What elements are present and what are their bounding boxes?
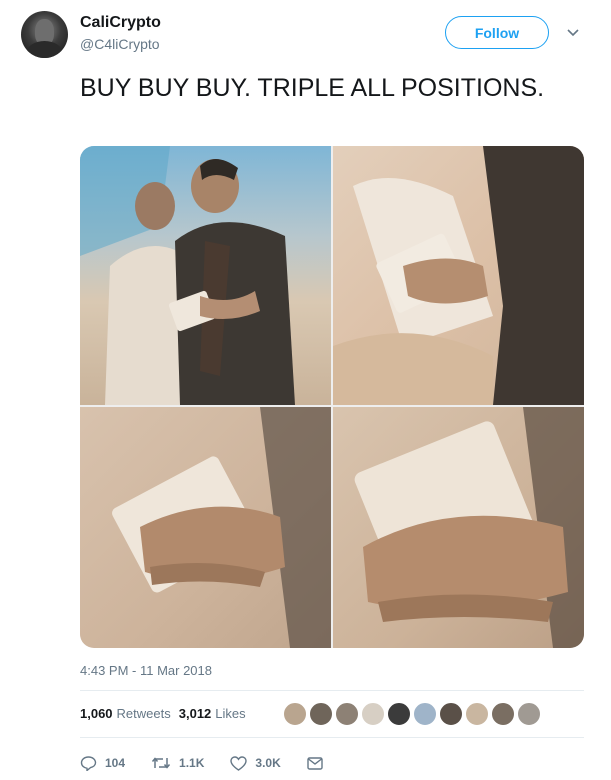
divider <box>80 690 584 691</box>
retweets-label[interactable]: Retweets <box>117 706 171 721</box>
liker-avatar[interactable] <box>517 702 541 726</box>
liker-avatar[interactable] <box>283 702 307 726</box>
tweet-timestamp[interactable]: 4:43 PM - 11 Mar 2018 <box>80 663 212 678</box>
direct-message-button[interactable] <box>307 756 331 770</box>
reply-icon <box>80 755 97 771</box>
media-photo-4[interactable] <box>333 407 584 648</box>
reply-button[interactable]: 104 <box>80 755 126 771</box>
reply-count: 104 <box>105 756 126 770</box>
media-photo-3[interactable] <box>80 407 331 648</box>
photo-2-scene <box>333 146 584 405</box>
media-photo-2[interactable] <box>333 146 584 405</box>
liker-avatar[interactable] <box>361 702 385 726</box>
media-photo-1[interactable] <box>80 146 331 405</box>
liker-avatars <box>283 702 543 728</box>
liker-avatar[interactable] <box>335 702 359 726</box>
tweet-stats: 1,060 Retweets 3,012 Likes <box>80 706 254 721</box>
likes-label[interactable]: Likes <box>215 706 245 721</box>
liker-avatar[interactable] <box>309 702 333 726</box>
retweet-count: 1.1K <box>179 756 205 770</box>
tweet-actions: 104 1.1K 3.0K <box>80 752 357 774</box>
photo-1-scene <box>80 146 295 405</box>
like-button[interactable]: 3.0K <box>230 755 281 771</box>
like-count: 3.0K <box>255 756 281 770</box>
user-handle[interactable]: @C4liCrypto <box>80 36 160 52</box>
display-name[interactable]: CaliCrypto <box>80 14 161 32</box>
envelope-icon <box>307 756 323 770</box>
liker-avatar[interactable] <box>465 702 489 726</box>
user-avatar[interactable] <box>21 11 68 58</box>
liker-avatar[interactable] <box>439 702 463 726</box>
liker-avatar[interactable] <box>491 702 515 726</box>
follow-button[interactable]: Follow <box>445 16 549 49</box>
divider <box>80 737 584 738</box>
tweet-text: BUY BUY BUY. TRIPLE ALL POSITIONS. <box>80 74 545 102</box>
retweet-button[interactable]: 1.1K <box>151 756 204 770</box>
photo-4-scene <box>354 407 584 648</box>
liker-avatar[interactable] <box>413 702 437 726</box>
avatar-body <box>27 41 62 58</box>
tweet-header: CaliCrypto @C4liCrypto Follow <box>0 0 611 64</box>
liker-avatar[interactable] <box>387 702 411 726</box>
retweet-icon <box>151 757 171 769</box>
retweets-count[interactable]: 1,060 <box>80 706 113 721</box>
chevron-down-icon <box>567 29 579 37</box>
more-options-button[interactable] <box>565 26 581 40</box>
tweet-media-grid[interactable] <box>80 146 584 648</box>
heart-icon <box>230 755 248 771</box>
likes-count[interactable]: 3,012 <box>179 706 212 721</box>
photo-3-scene <box>112 407 331 648</box>
